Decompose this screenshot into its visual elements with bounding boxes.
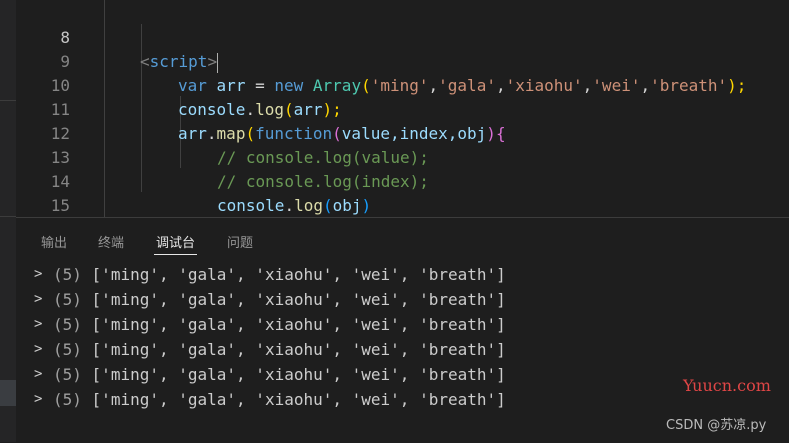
console-entry-text: (5) ['ming', 'gala', 'xiaohu', 'wei', 'b… [53,387,506,412]
watermark-site: Yuucn.com [683,376,771,395]
console-entry[interactable]: > (5) ['ming', 'gala', 'xiaohu', 'wei', '… [16,387,789,412]
code-editor[interactable]: 8 <script> 9 var arr = new Array('ming',… [16,0,789,239]
expand-chevron-icon[interactable]: > [34,387,42,412]
array-preview: ['ming', 'gala', 'xiaohu', 'wei', 'breat… [91,265,506,284]
tab-label: 调试台 [156,236,196,251]
expand-chevron-icon[interactable]: > [34,287,42,312]
activity-scroll-thumb[interactable] [0,380,16,406]
array-preview: ['ming', 'gala', 'xiaohu', 'wei', 'breat… [91,365,506,384]
activity-bar [0,0,16,442]
code-line[interactable]: 9 var arr = new Array('ming','gala','xia… [16,26,789,95]
active-tab-indicator [154,254,198,255]
code-line[interactable]: 13 // console.log(index); [16,122,789,191]
console-entry-text: (5) ['ming', 'gala', 'xiaohu', 'wei', 'b… [53,337,506,362]
expand-chevron-icon[interactable]: > [34,337,42,362]
console-entry[interactable]: > (5) ['ming', 'gala', 'xiaohu', 'wei', '… [16,287,789,312]
console-entry[interactable]: > (5) ['ming', 'gala', 'xiaohu', 'wei', '… [16,262,789,287]
console-entry-text: (5) ['ming', 'gala', 'xiaohu', 'wei', 'b… [53,362,506,387]
array-preview: ['ming', 'gala', 'xiaohu', 'wei', 'breat… [91,340,506,359]
code-line[interactable]: 12 // console.log(value); [16,98,789,167]
tab-debug-console[interactable]: 调试台 [154,232,198,255]
array-length: (5) [53,290,82,309]
array-preview: ['ming', 'gala', 'xiaohu', 'wei', 'breat… [91,290,506,309]
array-length: (5) [53,340,82,359]
array-length: (5) [53,315,82,334]
console-entry-text: (5) ['ming', 'gala', 'xiaohu', 'wei', 'b… [53,287,506,312]
expand-chevron-icon[interactable]: > [34,262,42,287]
expand-chevron-icon[interactable]: > [34,312,42,337]
tab-output[interactable]: 输出 [41,232,67,251]
activity-divider [0,100,16,101]
console-entry[interactable]: > (5) ['ming', 'gala', 'xiaohu', 'wei', '… [16,337,789,362]
console-entry-text: (5) ['ming', 'gala', 'xiaohu', 'wei', 'b… [53,262,506,287]
console-entry[interactable]: > (5) ['ming', 'gala', 'xiaohu', 'wei', '… [16,312,789,337]
array-length: (5) [53,265,82,284]
console-entry[interactable]: > (5) ['ming', 'gala', 'xiaohu', 'wei', '… [16,362,789,387]
watermark-credit: CSDN @苏凉.py [666,418,767,433]
code-line[interactable]: 15 }) [16,170,789,239]
array-length: (5) [53,390,82,409]
panel-tabs: 输出 终端 调试台 问题 [16,218,789,260]
bottom-panel: 输出 终端 调试台 问题 > (5) ['ming', 'gala', 'xiao… [16,217,789,443]
array-preview: ['ming', 'gala', 'xiaohu', 'wei', 'breat… [91,390,506,409]
code-line[interactable]: 14 console.log(obj) [16,146,789,215]
code-line[interactable]: 16 [16,194,789,239]
tab-problems[interactable]: 问题 [227,232,253,251]
array-length: (5) [53,365,82,384]
tab-terminal[interactable]: 终端 [98,232,124,251]
expand-chevron-icon[interactable]: > [34,362,42,387]
code-line[interactable]: 11 arr.map(function(value,index,obj){ [16,74,789,143]
array-preview: ['ming', 'gala', 'xiaohu', 'wei', 'breat… [91,315,506,334]
console-entry-text: (5) ['ming', 'gala', 'xiaohu', 'wei', 'b… [53,312,506,337]
code-line[interactable]: 10 console.log(arr); [16,50,789,119]
code-line[interactable]: 8 <script> [16,2,789,73]
activity-divider [0,216,16,217]
